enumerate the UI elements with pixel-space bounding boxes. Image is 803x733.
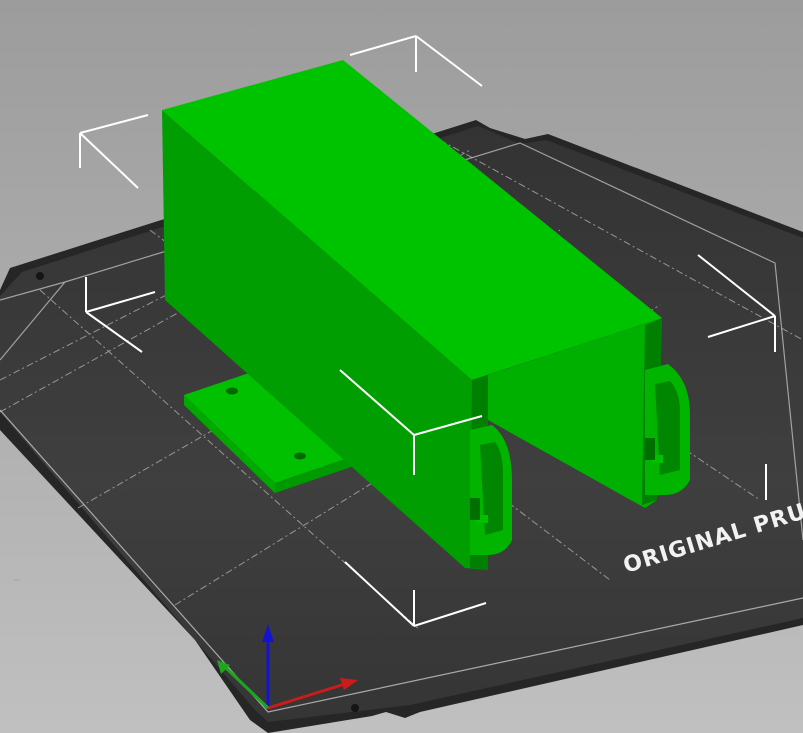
3d-viewport[interactable]: ORIGINAL PRUSA xyxy=(0,0,803,733)
model-clip-right xyxy=(645,364,690,495)
bed-hole xyxy=(351,704,359,712)
model-tab-hole xyxy=(226,387,238,395)
model-tab-hole xyxy=(294,452,306,460)
model-clip-left xyxy=(470,425,512,555)
bed-hole xyxy=(36,272,44,280)
viewport-canvas[interactable]: ORIGINAL PRUSA xyxy=(0,0,803,733)
